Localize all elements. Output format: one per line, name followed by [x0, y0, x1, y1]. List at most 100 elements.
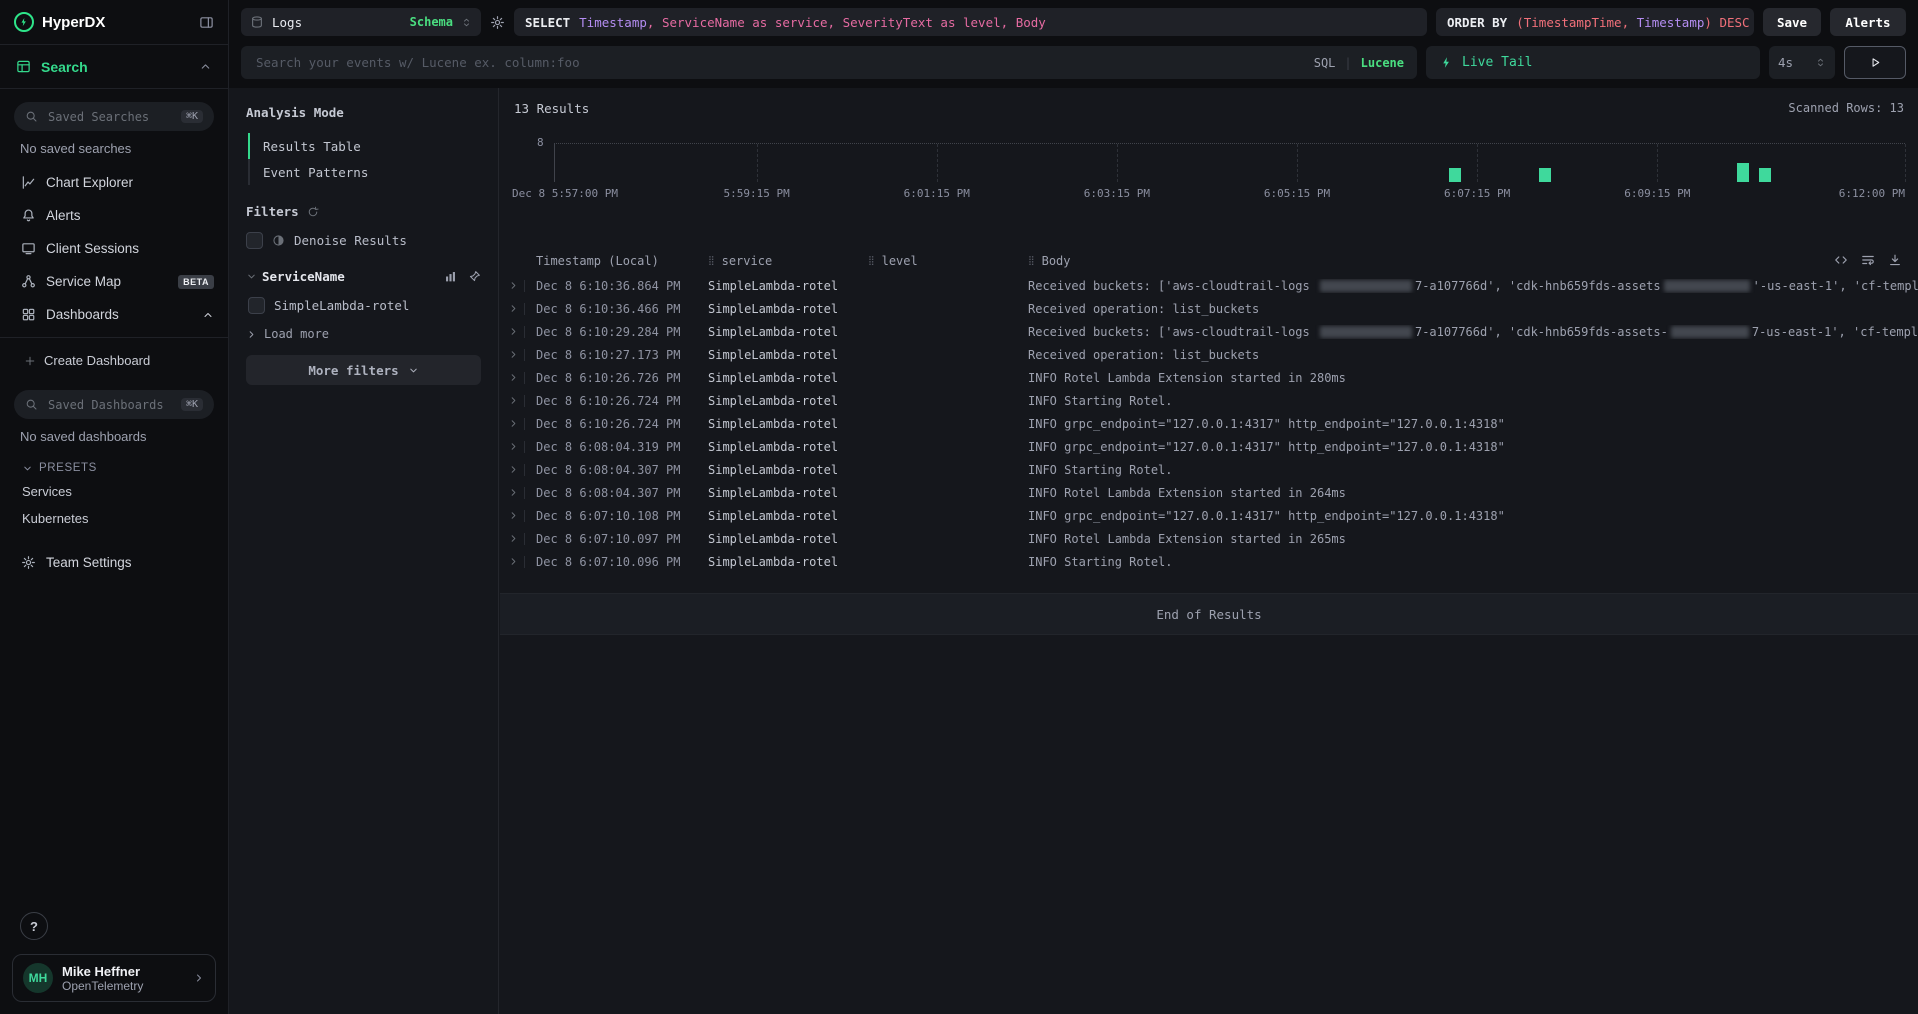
expand-row-button[interactable] [508, 533, 536, 545]
more-filters-button[interactable]: More filters [246, 355, 481, 385]
orderby-expression: (TimestampTime, Timestamp) DESC [1516, 15, 1749, 30]
x-tick-label: 6:03:15 PM [1084, 187, 1150, 200]
x-tick-label: 6:01:15 PM [904, 187, 970, 200]
histogram-bar[interactable] [1449, 168, 1461, 182]
collapse-sidebar-icon[interactable] [199, 15, 214, 30]
mode-results-table[interactable]: Results Table [248, 133, 481, 159]
table-row[interactable]: Dec 8 6:10:26.724 PMSimpleLambda-rotelIN… [500, 389, 1918, 412]
table-row[interactable]: Dec 8 6:07:10.108 PMSimpleLambda-rotelIN… [500, 504, 1918, 527]
topbar: Logs Schema SELECT Timestamp, ServiceNam… [229, 0, 1918, 88]
lucene-toggle[interactable]: Lucene [1361, 56, 1404, 70]
column-header-body[interactable]: ⣿ Body [1028, 254, 1918, 268]
save-button[interactable]: Save [1763, 8, 1821, 36]
sidebar-item-team-settings[interactable]: Team Settings [0, 546, 228, 579]
create-dashboard-button[interactable]: Create Dashboard [0, 344, 228, 377]
drag-handle-icon[interactable]: ⣿ [708, 256, 716, 266]
source-settings-gear-icon[interactable] [490, 15, 505, 30]
table-row[interactable]: Dec 8 6:07:10.097 PMSimpleLambda-rotelIN… [500, 527, 1918, 550]
download-icon[interactable] [1888, 253, 1902, 267]
event-search-input[interactable] [254, 54, 1304, 71]
denoise-checkbox[interactable] [246, 232, 263, 249]
expand-row-button[interactable] [508, 510, 536, 522]
column-header-timestamp[interactable]: Timestamp (Local) [536, 254, 708, 268]
expand-row-button[interactable] [508, 280, 536, 292]
load-more-button[interactable]: Load more [246, 327, 481, 341]
dashboards-icon [20, 307, 36, 323]
expand-row-button[interactable] [508, 395, 536, 407]
denoise-checkbox-row[interactable]: Denoise Results [246, 232, 481, 249]
filter-checkbox[interactable] [248, 297, 265, 314]
help-button[interactable]: ? [20, 912, 48, 940]
sidebar-item-client-sessions[interactable]: Client Sessions [0, 232, 228, 265]
expand-row-button[interactable] [508, 349, 536, 361]
expand-row-button[interactable] [508, 418, 536, 430]
run-query-button[interactable] [1844, 46, 1906, 79]
saved-dashboards-input[interactable]: ⌘K [14, 390, 214, 419]
preset-item-services[interactable]: Services [0, 478, 228, 505]
source-selector[interactable]: Logs Schema [241, 8, 481, 36]
expand-row-button[interactable] [508, 441, 536, 453]
cell-timestamp: Dec 8 6:10:36.466 PM [536, 302, 708, 316]
histogram-bar[interactable] [1737, 163, 1749, 182]
histogram-bar[interactable] [1759, 168, 1771, 182]
sidebar-bottom: ? MH Mike Heffner OpenTelemetry [0, 912, 228, 1014]
cell-body: Received operation: list_buckets [1028, 348, 1918, 362]
saved-searches-field[interactable] [46, 109, 173, 125]
sidebar-item-search[interactable]: Search [0, 44, 228, 89]
expand-row-button[interactable] [508, 326, 536, 338]
user-card[interactable]: MH Mike Heffner OpenTelemetry [12, 954, 216, 1002]
column-header-level[interactable]: ⣿ level [868, 254, 1028, 268]
bolt-icon [14, 12, 34, 32]
table-row[interactable]: Dec 8 6:10:26.726 PMSimpleLambda-rotelIN… [500, 366, 1918, 389]
pin-icon[interactable] [468, 270, 481, 283]
sql-toggle[interactable]: SQL [1314, 56, 1336, 70]
sidebar-item-chart-explorer[interactable]: Chart Explorer [0, 166, 228, 199]
column-header-service[interactable]: ⣿ service [708, 254, 868, 268]
select-query-input[interactable]: SELECT Timestamp, ServiceName as service… [514, 8, 1427, 36]
expand-row-button[interactable] [508, 464, 536, 476]
refresh-icon[interactable] [307, 206, 319, 218]
table-row[interactable]: Dec 8 6:08:04.319 PMSimpleLambda-rotelIN… [500, 435, 1918, 458]
saved-searches-input[interactable]: ⌘K [14, 102, 214, 131]
refresh-interval-select[interactable]: 4s [1769, 46, 1835, 79]
drag-handle-icon[interactable]: ⣿ [868, 256, 876, 266]
expand-row-button[interactable] [508, 303, 536, 315]
load-more-label: Load more [264, 327, 329, 341]
sidebar-item-dashboards[interactable]: Dashboards [0, 298, 228, 331]
x-tick-label: Dec 8 5:57:00 PM [512, 187, 618, 200]
histogram-bar[interactable] [1539, 168, 1551, 182]
alerts-button[interactable]: Alerts [1830, 8, 1906, 36]
table-row[interactable]: Dec 8 6:10:27.173 PMSimpleLambda-rotelRe… [500, 343, 1918, 366]
filter-value-simplelambda-rotel[interactable]: SimpleLambda-rotel [248, 297, 481, 314]
sidebar-item-alerts[interactable]: Alerts [0, 199, 228, 232]
table-row[interactable]: Dec 8 6:10:36.466 PMSimpleLambda-rotelRe… [500, 297, 1918, 320]
sidebar-item-label: Dashboards [46, 307, 119, 322]
chart-icon[interactable] [444, 270, 457, 283]
expand-row-button[interactable] [508, 487, 536, 499]
presets-toggle[interactable]: PRESETS [0, 454, 228, 478]
expand-row-button[interactable] [508, 372, 536, 384]
sidebar-item-label: Service Map [46, 274, 121, 289]
servicename-group-header[interactable]: ServiceName [246, 269, 481, 284]
table-row[interactable]: Dec 8 6:07:10.096 PMSimpleLambda-rotelIN… [500, 550, 1918, 573]
wrap-lines-icon[interactable] [1861, 253, 1875, 267]
table-row[interactable]: Dec 8 6:10:29.284 PMSimpleLambda-rotelRe… [500, 320, 1918, 343]
table-row[interactable]: Dec 8 6:10:26.724 PMSimpleLambda-rotelIN… [500, 412, 1918, 435]
table-row[interactable]: Dec 8 6:08:04.307 PMSimpleLambda-rotelIN… [500, 481, 1918, 504]
query-segment: Body [1016, 15, 1046, 30]
table-toolbar [1834, 253, 1902, 267]
sidebar-item-label: Search [41, 59, 189, 75]
table-row[interactable]: Dec 8 6:08:04.307 PMSimpleLambda-rotelIN… [500, 458, 1918, 481]
live-tail-button[interactable]: Live Tail [1426, 46, 1760, 79]
drag-handle-icon[interactable]: ⣿ [1028, 256, 1036, 266]
code-view-icon[interactable] [1834, 253, 1848, 267]
sidebar-item-service-map[interactable]: Service MapBETA [0, 265, 228, 298]
expand-row-button[interactable] [508, 556, 536, 568]
saved-dashboards-field[interactable] [46, 397, 173, 413]
event-search-box[interactable]: SQL | Lucene [241, 46, 1417, 79]
orderby-input[interactable]: ORDER BY (TimestampTime, Timestamp) DESC [1436, 8, 1754, 36]
results-histogram[interactable]: 8 [554, 143, 1905, 182]
mode-event-patterns[interactable]: Event Patterns [248, 159, 481, 185]
table-row[interactable]: Dec 8 6:10:36.864 PMSimpleLambda-rotelRe… [500, 274, 1918, 297]
preset-item-kubernetes[interactable]: Kubernetes [0, 505, 228, 532]
